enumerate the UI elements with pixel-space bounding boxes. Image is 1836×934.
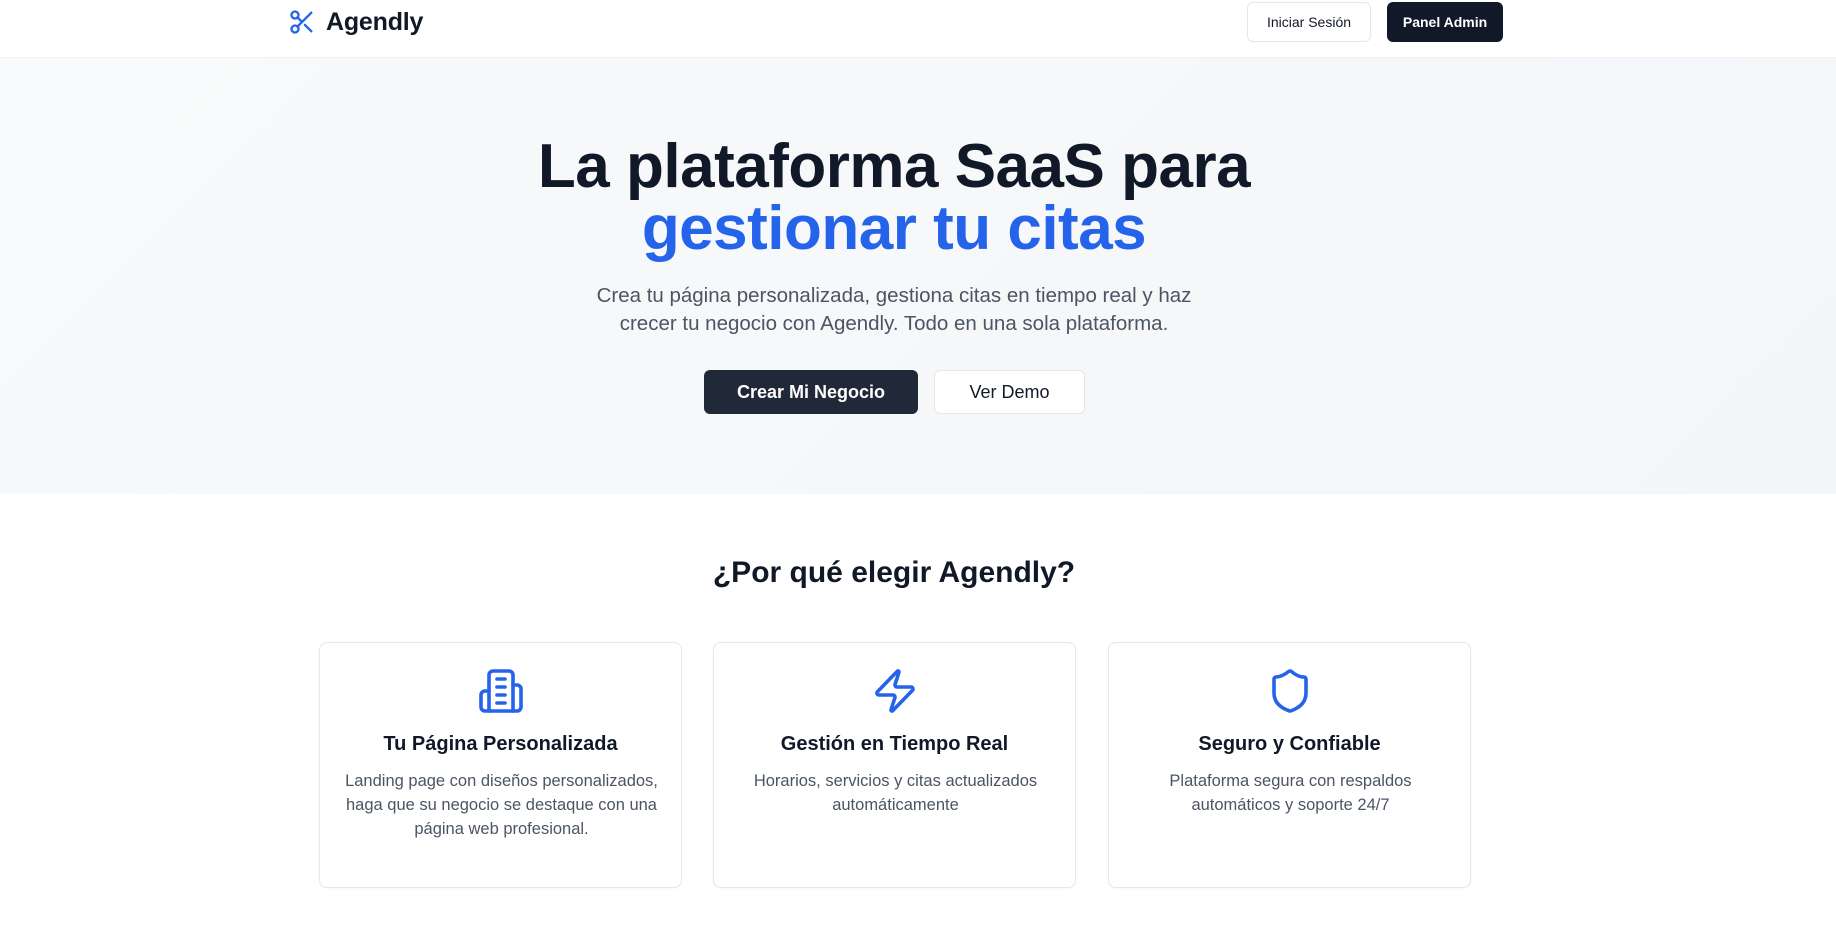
login-button[interactable]: Iniciar Sesión <box>1247 2 1371 42</box>
hero-title-highlight: gestionar tu citas <box>641 194 1147 263</box>
feature-title: Gestión en Tiempo Real <box>780 733 1009 755</box>
hero-title: La plataforma SaaS para gestionar tu cit… <box>0 136 1788 260</box>
hero-section: La plataforma SaaS para gestionar tu cit… <box>0 58 1836 494</box>
building-icon <box>320 667 681 715</box>
feature-description: Landing page con diseños personalizados,… <box>345 772 658 838</box>
shield-icon <box>1109 667 1470 715</box>
brand-logo[interactable]: Agendly <box>288 6 423 38</box>
feature-description: Plataforma segura con respaldos automáti… <box>1169 772 1412 814</box>
feature-description: Horarios, servicios y citas actualizados… <box>753 772 1038 814</box>
feature-card-realtime: Gestión en Tiempo Real Horarios, servici… <box>713 642 1076 888</box>
features-title: ¿Por qué elegir Agendly? <box>712 556 1076 589</box>
feature-card-secure: Seguro y Confiable Plataforma segura con… <box>1108 642 1471 888</box>
top-navbar: Agendly Iniciar Sesión Panel Admin <box>0 0 1836 58</box>
feature-title: Tu Página Personalizada <box>383 733 618 755</box>
hero-subtitle: Crea tu página personalizada, gestiona c… <box>596 284 1192 335</box>
lightning-icon <box>714 667 1075 715</box>
admin-panel-button[interactable]: Panel Admin <box>1387 2 1503 42</box>
feature-title: Seguro y Confiable <box>1198 733 1381 755</box>
hero-title-line1: La plataforma SaaS para <box>537 132 1251 201</box>
create-business-button[interactable]: Crear Mi Negocio <box>704 370 918 414</box>
brand-name: Agendly <box>326 7 424 36</box>
view-demo-button[interactable]: Ver Demo <box>934 370 1085 414</box>
feature-card-custom-page: Tu Página Personalizada Landing page con… <box>319 642 682 888</box>
scissors-icon <box>288 8 316 36</box>
